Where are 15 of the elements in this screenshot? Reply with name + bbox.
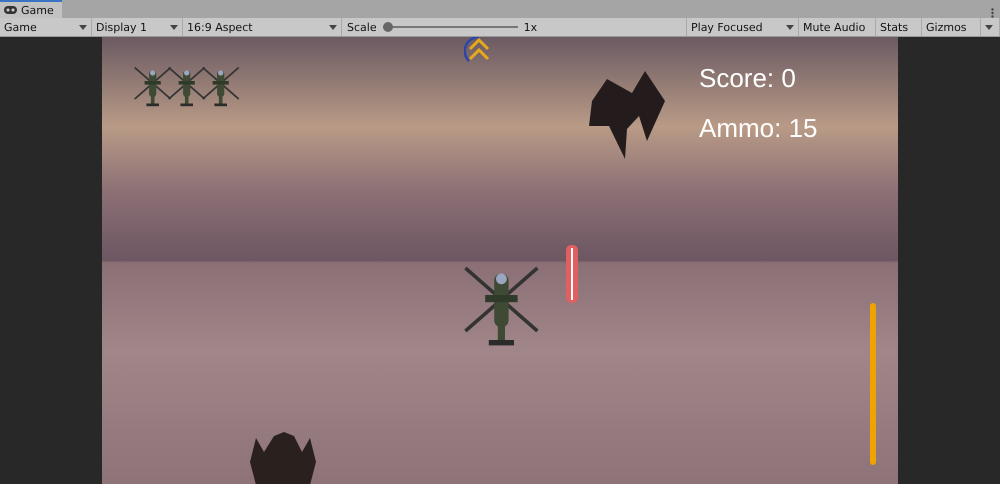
game-tab[interactable]: Game [0, 0, 62, 18]
scale-reading: 1x [524, 20, 538, 34]
caret-icon [79, 24, 87, 30]
caret-icon [786, 24, 794, 30]
caret-icon [170, 24, 178, 30]
gamepad-icon [4, 6, 17, 14]
slider-thumb[interactable] [382, 22, 393, 32]
more-options-icon[interactable] [991, 8, 994, 18]
ammo-text: Ammo: 15 [699, 113, 818, 144]
caret-icon [985, 24, 993, 30]
enemy-ship-drawing [250, 432, 316, 484]
caret-icon [329, 24, 337, 30]
laser-beam-drawing [566, 245, 578, 303]
slider-label: Scale [347, 20, 377, 34]
score-text: Score: 0 [699, 63, 796, 94]
